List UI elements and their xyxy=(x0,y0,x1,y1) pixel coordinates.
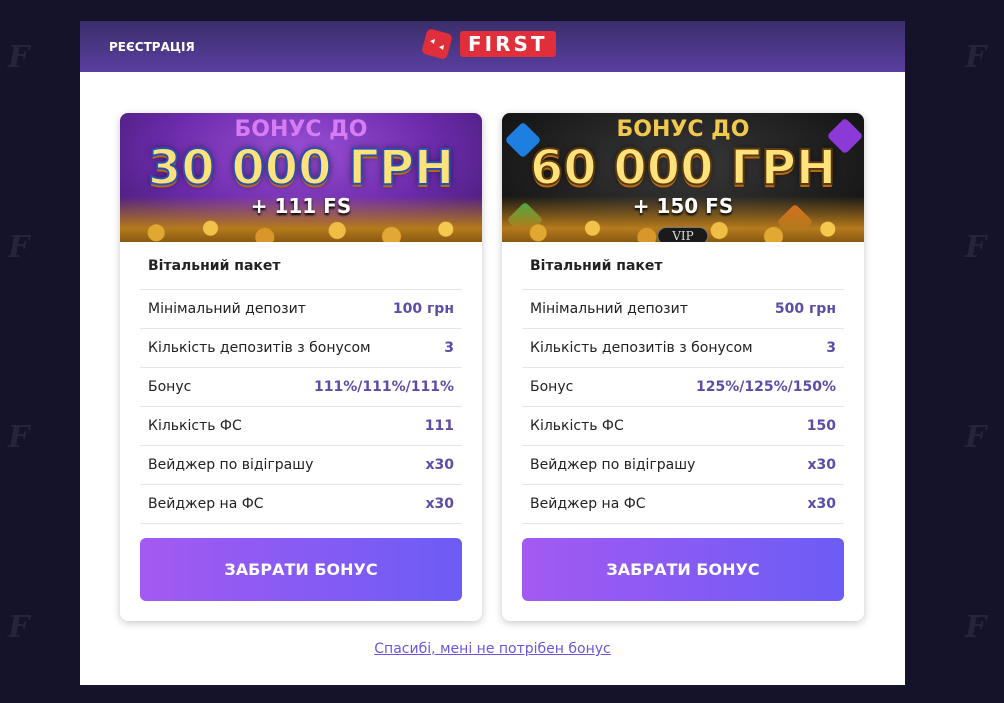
background-logo-mark: F xyxy=(8,230,30,265)
brand-logo: FIRST xyxy=(420,27,556,61)
detail-label: Бонус xyxy=(530,379,574,395)
detail-value: x30 xyxy=(807,496,836,512)
package-title: Вітальний пакет xyxy=(140,254,462,290)
bonus-details: Вітальний пакет Мінімальний депозит 100 … xyxy=(120,254,482,524)
background-logo-mark: F xyxy=(8,610,30,645)
modal-header: РЕЄСТРАЦІЯ FIRST xyxy=(80,21,905,72)
banner-bonus-up-to: БОНУС ДО xyxy=(234,117,368,142)
background-logo-mark: F xyxy=(8,420,30,455)
detail-label: Кількість депозитів з бонусом xyxy=(148,340,371,356)
background-logo-mark: F xyxy=(8,40,30,75)
bonus-modal: РЕЄСТРАЦІЯ FIRST БОНУС ДО 30 000 ГРН + 1… xyxy=(80,21,905,685)
brand-logo-text: FIRST xyxy=(460,31,556,57)
background-logo-mark: F xyxy=(965,610,987,645)
detail-label: Вейджер по відіграшу xyxy=(148,457,314,473)
claim-bonus-button[interactable]: ЗАБРАТИ БОНУС xyxy=(140,538,462,601)
detail-label: Кількість депозитів з бонусом xyxy=(530,340,753,356)
bonus-cards: БОНУС ДО 30 000 ГРН + 111 FS Вітальний п… xyxy=(120,113,865,621)
detail-row-deposit-count: Кількість депозитів з бонусом 3 xyxy=(522,329,844,368)
detail-row-free-spins: Кількість ФС 150 xyxy=(522,407,844,446)
claim-bonus-button[interactable]: ЗАБРАТИ БОНУС xyxy=(522,538,844,601)
detail-label: Бонус xyxy=(148,379,192,395)
background-logo-mark: F xyxy=(965,40,987,75)
detail-label: Кількість ФС xyxy=(530,418,624,434)
registration-title: РЕЄСТРАЦІЯ xyxy=(109,40,195,54)
detail-value: 150 xyxy=(806,418,836,434)
detail-row-wager: Вейджер по відіграшу x30 xyxy=(522,446,844,485)
detail-value: 100 грн xyxy=(392,301,454,317)
detail-row-free-spins: Кількість ФС 111 xyxy=(140,407,462,446)
detail-row-deposit-count: Кількість депозитів з бонусом 3 xyxy=(140,329,462,368)
detail-value: 111 xyxy=(424,418,454,434)
banner-bonus-up-to: БОНУС ДО xyxy=(616,117,750,142)
detail-label: Мінімальний депозит xyxy=(148,301,306,317)
bonus-card-standard: БОНУС ДО 30 000 ГРН + 111 FS Вітальний п… xyxy=(120,113,482,621)
banner-amount: 60 000 ГРН xyxy=(529,140,837,196)
bonus-card-vip: БОНУС ДО 60 000 ГРН + 150 FS VIP Вітальн… xyxy=(502,113,864,621)
detail-label: Мінімальний депозит xyxy=(530,301,688,317)
banner-free-spins: + 111 FS xyxy=(250,194,352,218)
detail-row-fs-wager: Вейджер на ФС x30 xyxy=(140,485,462,524)
dice-logo-icon xyxy=(422,29,452,59)
decline-bonus-link[interactable]: Спасибі, мені не потрібен бонус xyxy=(80,641,905,657)
bonus-banner: БОНУС ДО 30 000 ГРН + 111 FS xyxy=(120,113,482,242)
detail-row-fs-wager: Вейджер на ФС x30 xyxy=(522,485,844,524)
detail-value: 3 xyxy=(826,340,836,356)
detail-label: Кількість ФС xyxy=(148,418,242,434)
background-logo-mark: F xyxy=(965,420,987,455)
detail-label: Вейджер по відіграшу xyxy=(530,457,696,473)
detail-value: 3 xyxy=(444,340,454,356)
vip-badge: VIP xyxy=(657,227,709,242)
detail-value: 500 грн xyxy=(774,301,836,317)
detail-value: 111%/111%/111% xyxy=(314,379,454,395)
detail-value: x30 xyxy=(425,496,454,512)
detail-row-bonus: Бонус 111%/111%/111% xyxy=(140,368,462,407)
detail-value: x30 xyxy=(807,457,836,473)
package-title: Вітальний пакет xyxy=(522,254,844,290)
detail-label: Вейджер на ФС xyxy=(148,496,264,512)
banner-amount: 30 000 ГРН xyxy=(147,140,455,196)
background-logo-mark: F xyxy=(965,230,987,265)
detail-row-wager: Вейджер по відіграшу x30 xyxy=(140,446,462,485)
detail-value: 125%/125%/150% xyxy=(696,379,836,395)
detail-row-min-deposit: Мінімальний депозит 100 грн xyxy=(140,290,462,329)
detail-label: Вейджер на ФС xyxy=(530,496,646,512)
detail-row-min-deposit: Мінімальний депозит 500 грн xyxy=(522,290,844,329)
bonus-details: Вітальний пакет Мінімальний депозит 500 … xyxy=(502,254,864,524)
detail-row-bonus: Бонус 125%/125%/150% xyxy=(522,368,844,407)
detail-value: x30 xyxy=(425,457,454,473)
banner-free-spins: + 150 FS xyxy=(632,194,734,218)
bonus-banner: БОНУС ДО 60 000 ГРН + 150 FS VIP xyxy=(502,113,864,242)
